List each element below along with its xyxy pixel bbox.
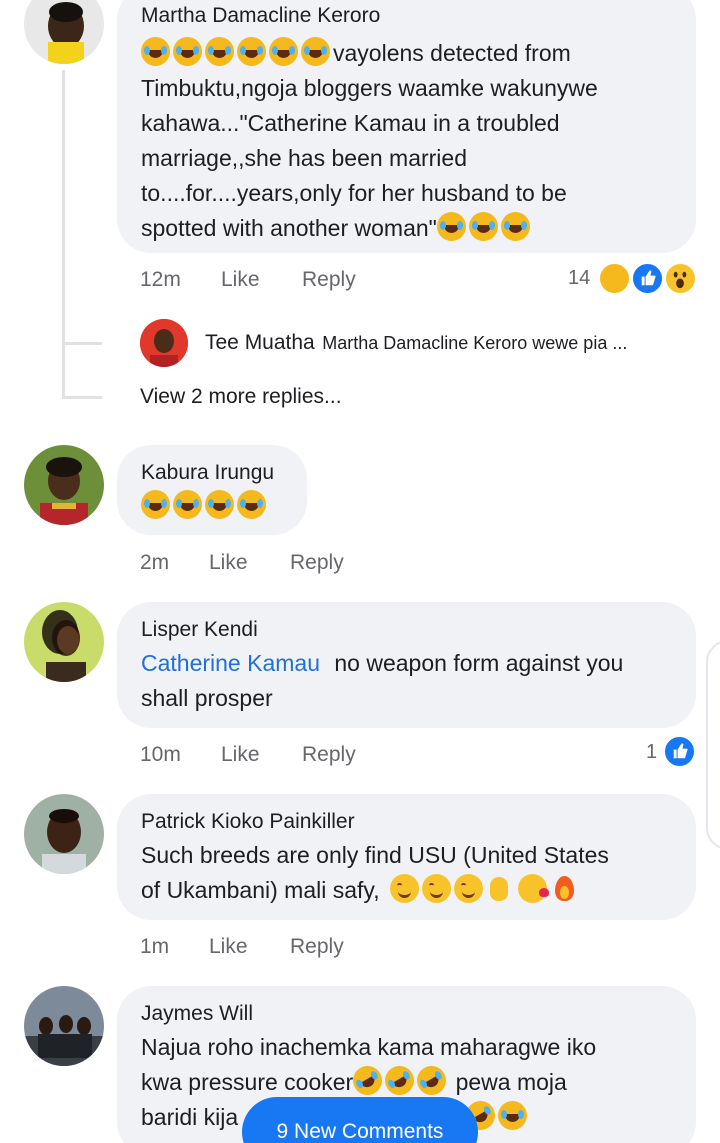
laughing-emoji-icon	[436, 212, 533, 241]
comment-actions: 10m Like Reply	[140, 743, 356, 767]
comment-actions: 1m Like Reply	[140, 935, 344, 959]
comment-actions: 12m Like Reply	[140, 268, 356, 292]
comment-author[interactable]: Jaymes Will	[141, 1000, 672, 1028]
wow-reaction-icon	[664, 262, 697, 295]
comment-actions: 2m Like Reply	[140, 551, 344, 575]
like-button[interactable]: Like	[221, 268, 302, 292]
avatar-lisper[interactable]	[24, 602, 104, 682]
like-reaction-icon	[663, 735, 696, 768]
emoji-group-icon	[389, 874, 582, 903]
avatar-kabura[interactable]	[24, 445, 104, 525]
like-button[interactable]: Like	[209, 935, 290, 959]
comment-author[interactable]: Lisper Kendi	[141, 616, 672, 644]
comment-author[interactable]: Patrick Kioko Painkiller	[141, 808, 672, 836]
thread-line-vertical	[62, 70, 65, 396]
thread-line-branch-reply	[62, 342, 102, 345]
reaction-count[interactable]: 1	[646, 741, 657, 764]
reply-snippet: Martha Damacline Keroro wewe pia ...	[322, 333, 628, 353]
comment-text: Catherine Kamau no weapon form against y…	[141, 650, 624, 711]
like-button[interactable]: Like	[221, 743, 302, 767]
comment-bubble-kabura: Kabura Irungu	[117, 445, 307, 535]
comment-bubble-martha: Martha Damacline Keroro vayolens detecte…	[117, 0, 696, 253]
comment-time: 1m	[140, 935, 170, 958]
comment-bubble-patrick: Patrick Kioko Painkiller Such breeds are…	[117, 794, 696, 920]
reaction-count[interactable]: 14	[568, 267, 590, 290]
rolling-laughing-emoji-icon	[347, 1060, 452, 1101]
comment-time: 10m	[140, 743, 181, 766]
avatar-patrick[interactable]	[24, 794, 104, 874]
scroll-handle[interactable]	[706, 640, 720, 850]
comment-text: vayolens detected from Timbuktu,ngoja bl…	[141, 36, 672, 246]
reply-author[interactable]: Tee Muatha	[205, 331, 315, 354]
thread-line-branch-more	[62, 396, 102, 399]
comment-author[interactable]: Martha Damacline Keroro	[141, 2, 672, 30]
like-button[interactable]: Like	[209, 551, 290, 575]
laughing-emoji-icon	[141, 37, 333, 66]
reply-button[interactable]: Reply	[302, 268, 356, 292]
avatar-tee-muatha[interactable]	[140, 319, 188, 367]
avatar-jaymes[interactable]	[24, 986, 104, 1066]
comment-time: 2m	[140, 551, 170, 574]
reply-button[interactable]: Reply	[290, 551, 344, 575]
comment-author[interactable]: Kabura Irungu	[141, 459, 283, 487]
laughing-emoji-icon	[141, 489, 283, 524]
avatar-martha[interactable]	[24, 0, 104, 64]
comment-time: 12m	[140, 268, 181, 291]
comment-bubble-lisper: Lisper Kendi Catherine Kamau no weapon f…	[117, 602, 696, 728]
haha-reaction-icon	[598, 262, 631, 295]
new-comments-button[interactable]: 9 New Comments	[242, 1097, 478, 1143]
mention-link[interactable]: Catherine Kamau	[141, 650, 320, 676]
like-reaction-icon	[631, 262, 664, 295]
view-more-replies[interactable]: View 2 more replies...	[140, 385, 342, 409]
comment-text: Such breeds are only find USU (United St…	[141, 842, 609, 903]
reply-button[interactable]: Reply	[290, 935, 344, 959]
reply-button[interactable]: Reply	[302, 743, 356, 767]
reply-preview[interactable]: Tee Muatha Martha Damacline Keroro wewe …	[205, 331, 705, 355]
